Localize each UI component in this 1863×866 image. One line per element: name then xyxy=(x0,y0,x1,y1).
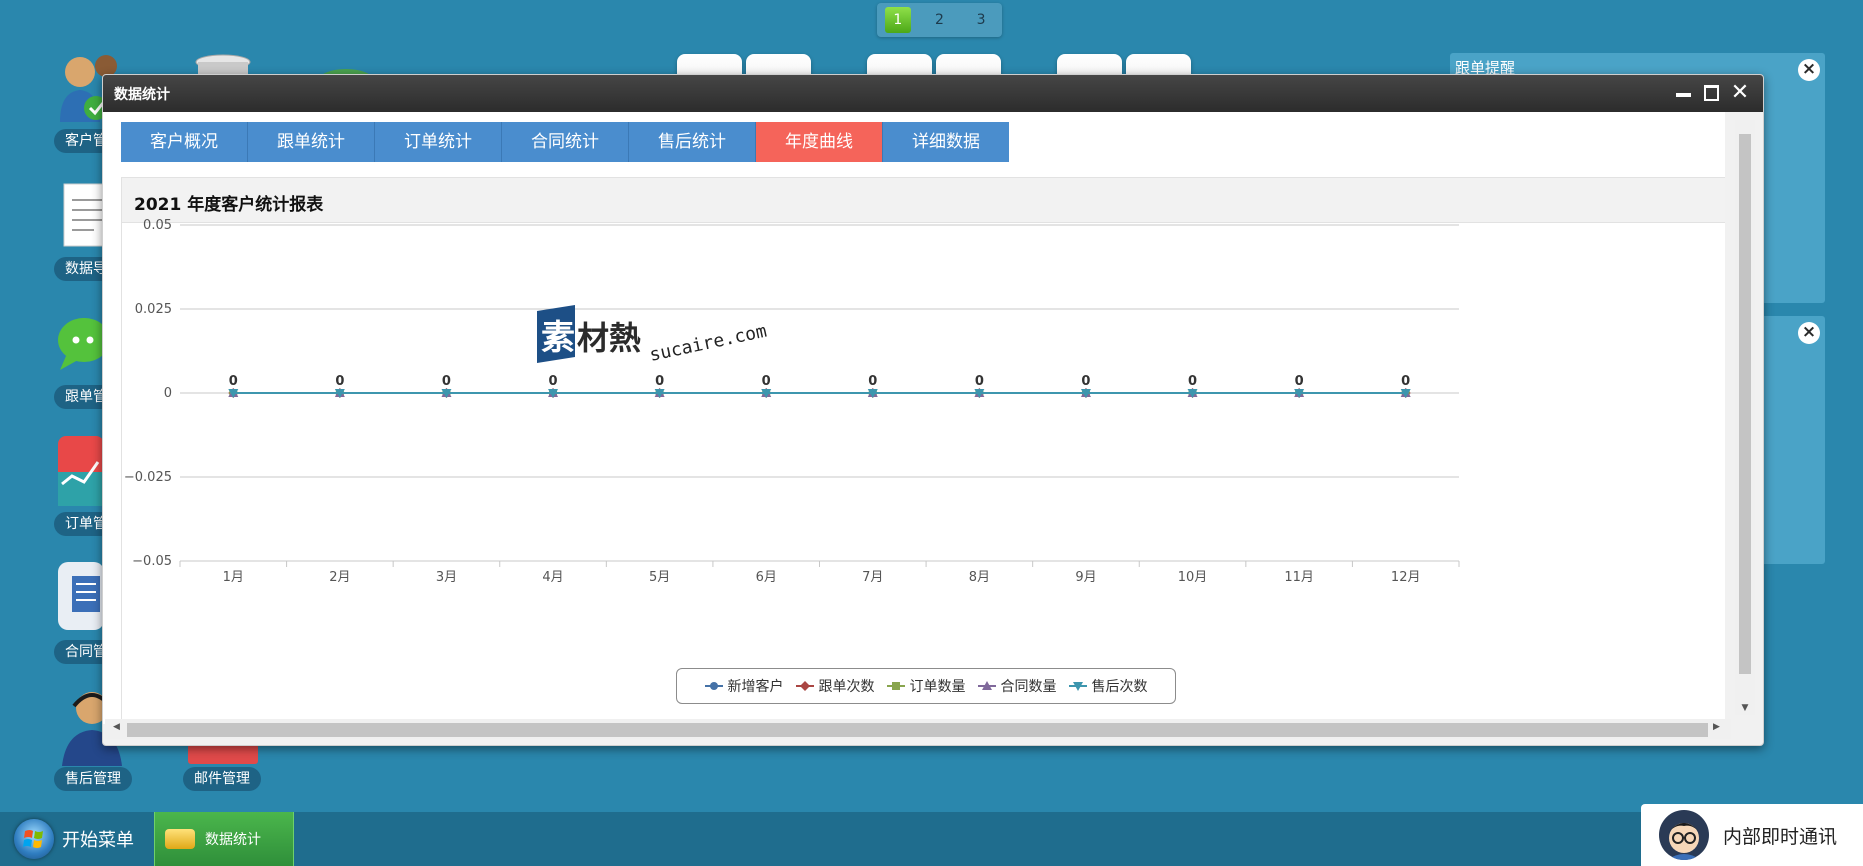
horizontal-scrollbar[interactable]: ◀ ▶ xyxy=(105,719,1731,739)
taskbar-item-data-stats[interactable]: 数据统计 xyxy=(154,812,294,866)
line-chart: 0.05 0.025 0 −0.025 −0.05 1月 2月 3月 4月 5月 6月 7月 8月 9月 1… xyxy=(124,218,1460,585)
horizontal-scroll-thumb[interactable] xyxy=(127,723,1708,737)
chart-legend: 新增客户 跟单次数 订单数量 合同数量 售后次数 xyxy=(676,668,1176,704)
watermark-brand: 材熱 xyxy=(577,319,641,357)
avatar xyxy=(1659,810,1709,860)
y-tick-label: 0.05 xyxy=(143,218,172,233)
legend-marker-icon xyxy=(795,681,814,691)
contract-icon xyxy=(58,562,104,630)
legend-label: 合同数量 xyxy=(1000,679,1057,695)
data-label: 0 xyxy=(762,374,771,389)
data-label: 0 xyxy=(442,374,451,389)
x-tick-label: 9月 xyxy=(1075,570,1096,585)
y-tick-label: −0.025 xyxy=(124,470,172,485)
y-tick-label: −0.05 xyxy=(132,554,172,569)
window-content: 客户概况 跟单统计 订单统计 合同统计 售后统计 年度曲线 详细数据 2021 … xyxy=(103,112,1725,724)
x-tick-label: 7月 xyxy=(862,570,883,585)
legend-item[interactable]: 新增客户 xyxy=(704,676,784,696)
y-tick-label: 0 xyxy=(164,386,172,401)
scroll-right-icon[interactable]: ▶ xyxy=(1713,722,1720,732)
legend-label: 售后次数 xyxy=(1091,679,1148,695)
maximize-icon[interactable] xyxy=(1701,82,1723,104)
instant-messaging-button[interactable]: 内部即时通讯 xyxy=(1641,804,1863,866)
database-icon xyxy=(165,829,195,849)
x-tick-label: 2月 xyxy=(329,570,350,585)
tab-customer-overview[interactable]: 客户概况 xyxy=(121,122,248,162)
data-label: 0 xyxy=(1081,374,1090,389)
legend-marker-icon xyxy=(704,682,723,690)
scroll-left-icon[interactable]: ◀ xyxy=(113,722,120,732)
chat-icon xyxy=(58,318,110,370)
data-label: 0 xyxy=(335,374,344,389)
legend-marker-icon xyxy=(977,681,996,690)
x-tick-label: 12月 xyxy=(1391,570,1421,585)
window-titlebar[interactable]: 数据统计 ✕ xyxy=(103,75,1763,112)
instant-messaging-label: 内部即时通讯 xyxy=(1723,825,1838,848)
tab-aftersales-stats[interactable]: 售后统计 xyxy=(629,122,756,162)
data-label: 0 xyxy=(229,374,238,389)
window-title: 数据统计 xyxy=(114,87,170,103)
chart-icon xyxy=(58,436,104,506)
desktop-icon-mail[interactable] xyxy=(188,744,258,768)
data-label: 0 xyxy=(549,374,558,389)
close-icon[interactable]: ✕ xyxy=(1729,82,1751,104)
desktop-page-3[interactable]: 3 xyxy=(968,7,994,33)
desktop-icon-follow[interactable] xyxy=(56,316,110,376)
x-tick-label: 5月 xyxy=(649,570,670,585)
legend-marker-icon xyxy=(886,682,905,690)
y-tick-label: 0.025 xyxy=(135,302,172,317)
taskbar-item-label: 数据统计 xyxy=(205,832,261,848)
start-menu-label: 开始菜单 xyxy=(62,830,134,851)
legend-item[interactable]: 合同数量 xyxy=(977,676,1057,696)
desktop-label: 售后管理 xyxy=(54,767,132,791)
data-label: 0 xyxy=(1401,374,1410,389)
tab-detail-data[interactable]: 详细数据 xyxy=(883,122,1009,162)
x-tick-label: 3月 xyxy=(436,570,457,585)
desktop-label: 邮件管理 xyxy=(183,767,261,791)
chart-panel: 2021 年度客户统计报表 0.05 0.025 0 −0.025 −0.05 1月 2月 3… xyxy=(121,177,1725,724)
watermark-domain: sucaire.com xyxy=(648,321,769,365)
data-label: 0 xyxy=(655,374,664,389)
legend-item[interactable]: 跟单次数 xyxy=(795,676,875,696)
desktop-icon-order[interactable] xyxy=(58,436,104,510)
data-label: 0 xyxy=(975,374,984,389)
tab-order-stats[interactable]: 订单统计 xyxy=(375,122,502,162)
tab-follow-stats[interactable]: 跟单统计 xyxy=(248,122,375,162)
legend-marker-icon xyxy=(1068,682,1087,691)
x-tick-label: 4月 xyxy=(542,570,563,585)
tab-annual-curve[interactable]: 年度曲线 xyxy=(756,122,883,162)
legend-item[interactable]: 订单数量 xyxy=(886,676,966,696)
x-tick-label: 1月 xyxy=(223,570,244,585)
legend-item[interactable]: 售后次数 xyxy=(1068,676,1148,696)
x-tick-label: 11月 xyxy=(1284,570,1314,585)
desktop-icon-contract[interactable] xyxy=(58,562,104,634)
data-label: 0 xyxy=(868,374,877,389)
legend-label: 跟单次数 xyxy=(818,679,875,695)
vertical-scrollbar[interactable]: ▼ xyxy=(1735,120,1755,715)
x-tick-label: 6月 xyxy=(756,570,777,585)
scroll-down-icon[interactable]: ▼ xyxy=(1735,703,1755,713)
data-label: 0 xyxy=(1295,374,1304,389)
desktop-page-2[interactable]: 2 xyxy=(926,7,952,33)
data-label: 0 xyxy=(1188,374,1197,389)
x-tick-label: 10月 xyxy=(1178,570,1208,585)
watermark-logo: 素 材熱 sucaire.com xyxy=(537,305,769,365)
data-stats-window: 数据统计 ✕ 客户概况 跟单统计 订单统计 合同统计 售后统计 年度曲线 详细数… xyxy=(102,74,1764,746)
start-menu-button[interactable]: 开始菜单 xyxy=(14,819,134,859)
secondary-panel-close-icon[interactable]: × xyxy=(1798,322,1820,344)
tab-bar: 客户概况 跟单统计 订单统计 合同统计 售后统计 年度曲线 详细数据 xyxy=(121,122,1009,162)
mail-icon xyxy=(188,744,258,764)
reminder-close-icon[interactable]: × xyxy=(1798,59,1820,81)
minimize-icon[interactable] xyxy=(1673,82,1695,104)
legend-label: 新增客户 xyxy=(727,679,784,695)
windows-logo-icon xyxy=(14,819,54,859)
x-tick-label: 8月 xyxy=(969,570,990,585)
desktop-pager: 1 2 3 xyxy=(877,3,1002,37)
taskbar: 开始菜单 数据统计 xyxy=(0,812,1863,866)
watermark-brand-char: 素 xyxy=(541,318,575,358)
desktop-page-1[interactable]: 1 xyxy=(884,7,911,33)
tab-contract-stats[interactable]: 合同统计 xyxy=(502,122,629,162)
legend-label: 订单数量 xyxy=(909,679,966,695)
vertical-scroll-thumb[interactable] xyxy=(1739,134,1751,674)
